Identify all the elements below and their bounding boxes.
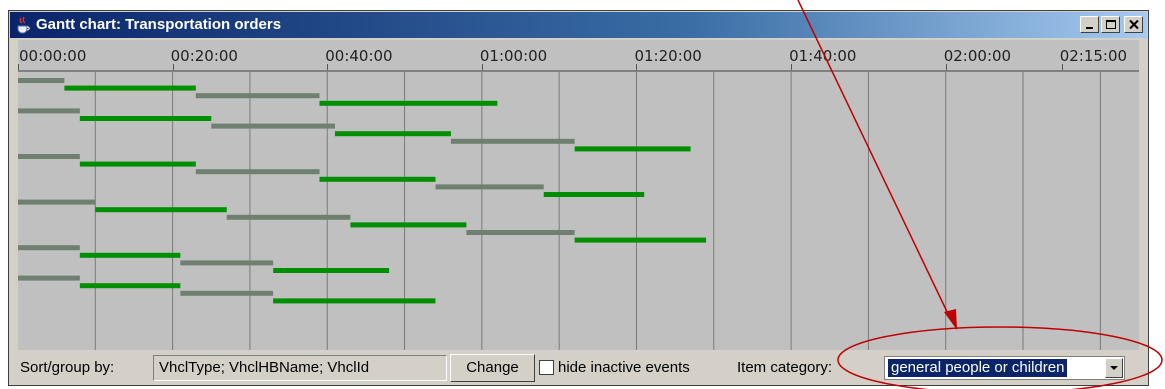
controls-bar: Sort/group by: VhclType; VhclHBName; Vhc… [18,352,1139,384]
timeline-tick-mark [18,64,19,70]
item-category-value: general people or children [886,358,1069,378]
timeline-tick-mark [327,64,329,70]
timeline-tick-label: 00:40:00 [325,47,393,65]
close-button[interactable] [1124,16,1143,33]
gantt-window: Gantt chart: Transportation orders 00:00… [8,10,1149,386]
gantt-bar-active[interactable] [273,298,436,304]
chevron-down-icon [1110,366,1118,370]
timeline-tick-label: 01:00:00 [479,47,548,65]
gantt-bar-active[interactable] [95,207,227,213]
timeline-header: 00:00:00 00:20:00 00:40:00 01:00:00 01:20:00… [18,40,1139,72]
hide-inactive-checkbox[interactable] [539,360,554,375]
gantt-bar-active[interactable] [79,161,196,167]
minimize-icon [1086,27,1093,29]
gantt-chart [18,72,1101,350]
maximize-button[interactable] [1101,16,1120,33]
dropdown-button[interactable] [1105,358,1123,378]
gantt-bar-inactive[interactable] [450,138,575,144]
close-icon [1129,19,1139,30]
gantt-bar-active[interactable] [319,100,498,106]
gantt-bar-inactive[interactable] [18,199,96,205]
gantt-bar-inactive[interactable] [466,230,575,235]
gantt-bar-active[interactable] [350,222,467,228]
timeline-tick-mark [172,64,174,70]
gantt-bar-active[interactable] [543,192,645,197]
gantt-bar-inactive[interactable] [180,260,274,266]
timeline-tick-label: 00:00:00 [19,47,87,65]
window-title: Gantt chart: Transportation orders [36,16,282,33]
gantt-bar-inactive[interactable] [211,123,335,129]
gantt-bar-inactive[interactable] [18,275,80,281]
minimize-button[interactable] [1080,16,1099,33]
gantt-bar-inactive[interactable] [195,93,320,99]
change-button-label: Change [466,359,519,376]
sort-group-value: VhclType; VhclHBName; VhclId [159,359,370,376]
timeline-tick-label: 02:15:00 [1059,47,1128,65]
gantt-bar-inactive[interactable] [180,290,274,296]
gantt-bar-active[interactable] [574,146,691,152]
item-category-label: Item category: [737,359,833,376]
gantt-bar-active[interactable] [79,252,181,258]
gantt-chart-area[interactable]: 00:00:00 00:20:00 00:40:00 01:00:00 01:20:00… [18,40,1139,350]
gantt-bar-inactive[interactable] [226,214,351,220]
change-button[interactable]: Change [450,354,535,382]
timeline-tick-label: 01:20:00 [634,47,702,65]
hide-inactive-label[interactable]: hide inactive events [558,359,690,376]
gantt-bar-inactive[interactable] [18,245,80,251]
gantt-bar-active[interactable] [273,268,390,273]
gantt-bar-active[interactable] [574,237,707,243]
timeline-tick-mark [945,64,947,70]
timeline-tick-mark [481,64,483,70]
timeline-tick-label: 01:40:00 [789,47,857,65]
gantt-bar-active[interactable] [334,131,451,137]
gantt-bar-active[interactable] [64,85,196,91]
sort-group-field[interactable]: VhclType; VhclHBName; VhclId [153,355,447,381]
title-bar[interactable]: Gantt chart: Transportation orders [10,12,1147,38]
timeline-tick-mark [1061,64,1063,70]
gantt-bar-inactive[interactable] [435,184,544,190]
timeline-tick-mark [791,64,793,70]
timeline-tick-mark [636,64,638,70]
item-category-select[interactable]: general people or children [884,356,1125,380]
gantt-bar-active[interactable] [79,283,181,289]
maximize-icon [1106,20,1116,29]
gantt-bar-active[interactable] [79,116,212,121]
gantt-bar-inactive[interactable] [18,154,80,159]
timeline-tick-label: 00:20:00 [170,47,238,65]
java-cup-icon [17,16,30,34]
timeline-tick-label: 02:00:00 [943,47,1012,65]
sort-label: Sort/group by: [20,359,115,376]
gantt-bar-inactive[interactable] [18,108,80,114]
gantt-bar-inactive[interactable] [195,169,320,175]
gantt-bar-active[interactable] [319,176,436,182]
gantt-bar-inactive[interactable] [18,78,65,83]
